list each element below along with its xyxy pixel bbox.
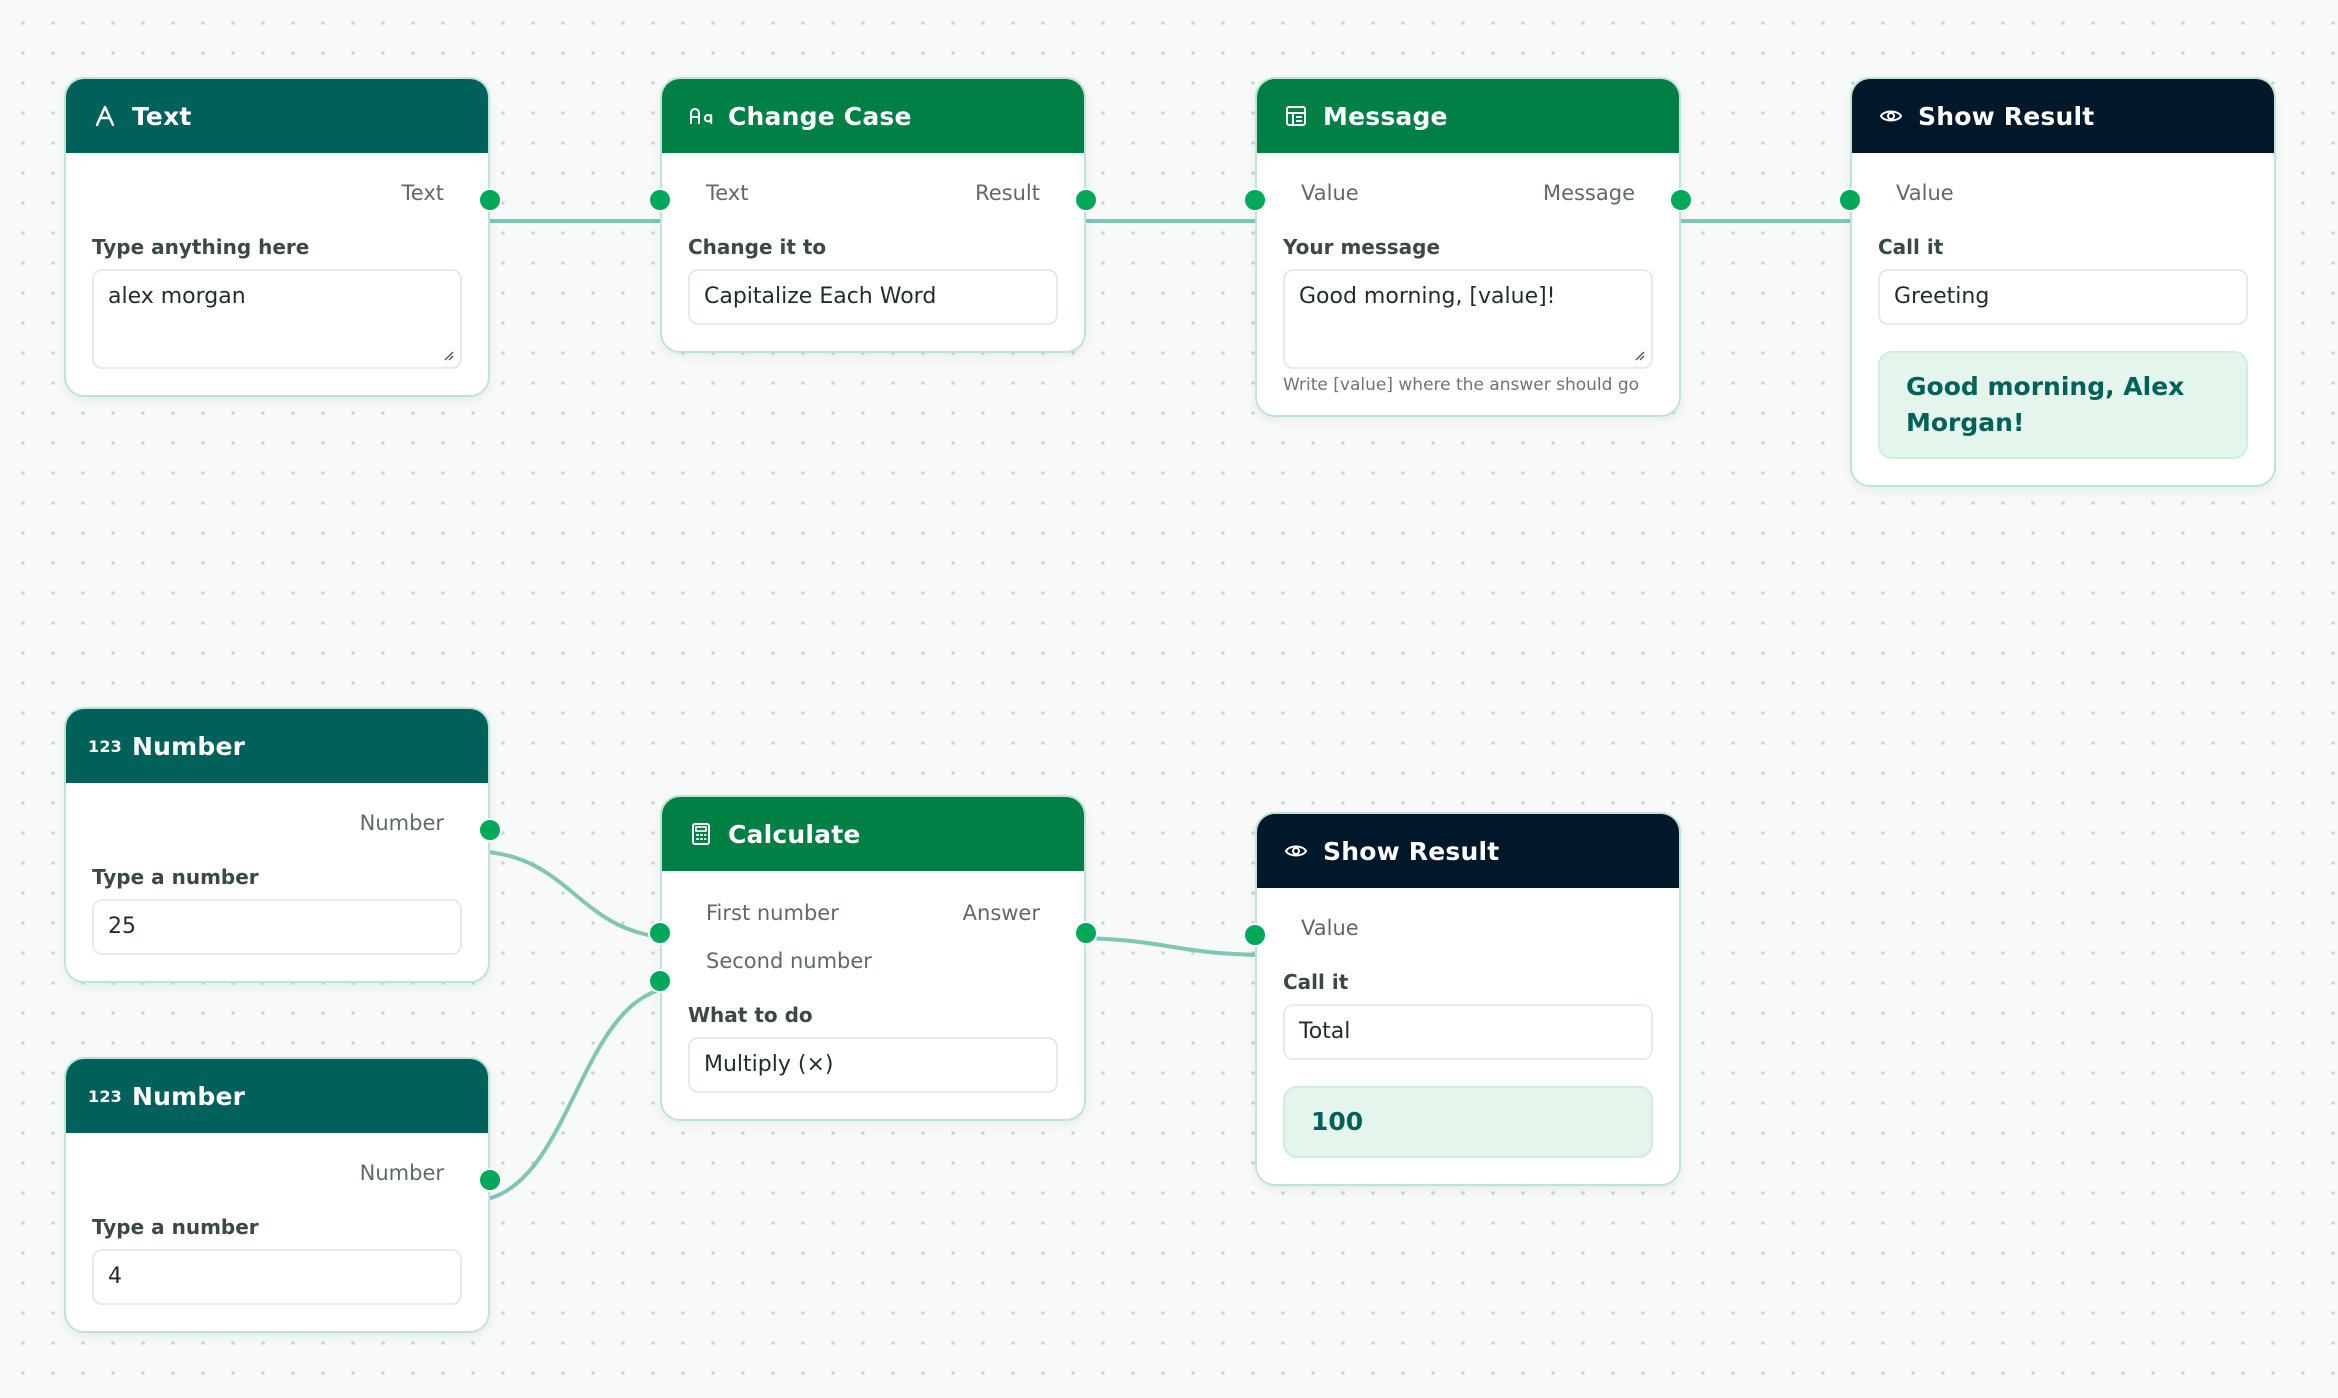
case-select-value: Capitalize Each Word [704,284,937,309]
input-port-label: Value [1896,181,1954,205]
input-port-label-first: First number [706,901,839,925]
node-title: Number [132,1081,246,1111]
number-icon: 123 [88,733,122,759]
number-icon-text: 123 [88,1086,122,1106]
field-label: Call it [1283,970,1349,994]
show-result-node-header[interactable]: Show Result [1257,814,1679,888]
calculate-node-header[interactable]: Calculate [662,797,1084,871]
show-result-node-total[interactable]: Show Result Value Call it Total 100 [1243,812,1681,1186]
result-display: Good morning, Alex Morgan! [1878,351,2248,459]
number-node-2[interactable]: 123 Number Number Type a number 4 [64,1057,502,1333]
field-label: Type anything here [92,235,310,259]
input-port-dot[interactable] [1838,188,1862,212]
eye-icon [1283,838,1309,864]
field-label: What to do [688,1003,813,1027]
output-port-label: Number [359,811,444,835]
node-title: Show Result [1918,101,2095,131]
text-node[interactable]: Text Text Type anything here alex morgan [64,77,502,397]
field-label: Change it to [688,235,827,259]
name-input[interactable]: Greeting [1878,269,2248,325]
input-port-dot[interactable] [648,188,672,212]
node-title: Message [1323,101,1448,131]
name-input-value: Total [1299,1019,1351,1044]
show-result-node-greeting[interactable]: Show Result Value Call it Greeting Good … [1838,77,2276,487]
input-port-label-second: Second number [706,949,872,973]
number-icon-text: 123 [88,736,122,756]
node-title: Text [132,101,192,131]
message-textarea-value: Good morning, [value]! [1299,284,1556,309]
number-input[interactable]: 25 [92,899,462,955]
output-port-dot[interactable] [1669,188,1693,212]
text-icon [92,103,118,129]
input-port-label: Value [1301,916,1359,940]
input-port-dot[interactable] [1243,923,1267,947]
input-port-label: Text [706,181,749,205]
number-icon: 123 [88,1083,122,1109]
field-label: Type a number [92,865,259,889]
node-title: Show Result [1323,836,1500,866]
calculator-icon [688,821,714,847]
number-node-header[interactable]: 123 Number [66,1059,488,1133]
change-case-node[interactable]: Change Case Text Result Change it to Cap… [648,77,1098,353]
message-textarea[interactable]: Good morning, [value]! [1283,269,1653,369]
resize-handle-icon[interactable] [1633,349,1645,361]
node-title: Number [132,731,246,761]
message-hint: Write [value] where the answer should go [1283,375,1640,395]
text-input[interactable]: alex morgan [92,269,462,369]
number-input[interactable]: 4 [92,1249,462,1305]
text-input-value: alex morgan [108,284,246,309]
output-port-dot[interactable] [1074,921,1098,945]
input-port-dot[interactable] [1243,188,1267,212]
number-node-header[interactable]: 123 Number [66,709,488,783]
show-result-node-header[interactable]: Show Result [1852,79,2274,153]
field-label: Your message [1283,235,1441,259]
text-node-header[interactable]: Text [66,79,488,153]
output-port-label: Answer [962,901,1040,925]
change-case-icon [688,103,714,129]
result-display: 100 [1283,1086,1653,1158]
node-canvas[interactable]: Text Text Type anything here alex morgan… [0,0,2338,1398]
message-node[interactable]: Message Value Message Your message Good … [1243,77,1693,417]
output-port-label: Result [975,181,1040,205]
operation-select[interactable]: Multiply (×) [688,1037,1058,1093]
output-port-dot[interactable] [1074,188,1098,212]
resize-handle-icon[interactable] [442,349,454,361]
message-icon [1283,103,1309,129]
field-label: Call it [1878,235,1944,259]
output-port-label: Number [359,1161,444,1185]
output-port-label: Message [1542,181,1635,205]
input-port-dot-second[interactable] [648,969,672,993]
eye-icon [1878,103,1904,129]
calculate-node[interactable]: Calculate First number Answer Second num… [648,795,1098,1121]
output-port-dot[interactable] [478,1168,502,1192]
number-input-value: 25 [108,914,136,939]
message-node-header[interactable]: Message [1257,79,1679,153]
input-port-dot-first[interactable] [648,921,672,945]
field-label: Type a number [92,1215,259,1239]
wire-number2-to-calculate [469,985,681,1203]
wire-number1-to-calculate [469,849,681,940]
name-input[interactable]: Total [1283,1004,1653,1060]
change-case-node-header[interactable]: Change Case [662,79,1084,153]
name-input-value: Greeting [1894,284,1990,309]
node-title: Calculate [728,819,861,849]
number-input-value: 4 [108,1264,122,1289]
output-port-dot[interactable] [478,188,502,212]
output-port-dot[interactable] [478,818,502,842]
operation-select-value: Multiply (×) [704,1052,834,1077]
output-port-label: Text [401,181,444,205]
input-port-label: Value [1301,181,1359,205]
node-title: Change Case [728,101,912,131]
number-node-1[interactable]: 123 Number Number Type a number 25 [64,707,502,983]
case-select[interactable]: Capitalize Each Word [688,269,1058,325]
